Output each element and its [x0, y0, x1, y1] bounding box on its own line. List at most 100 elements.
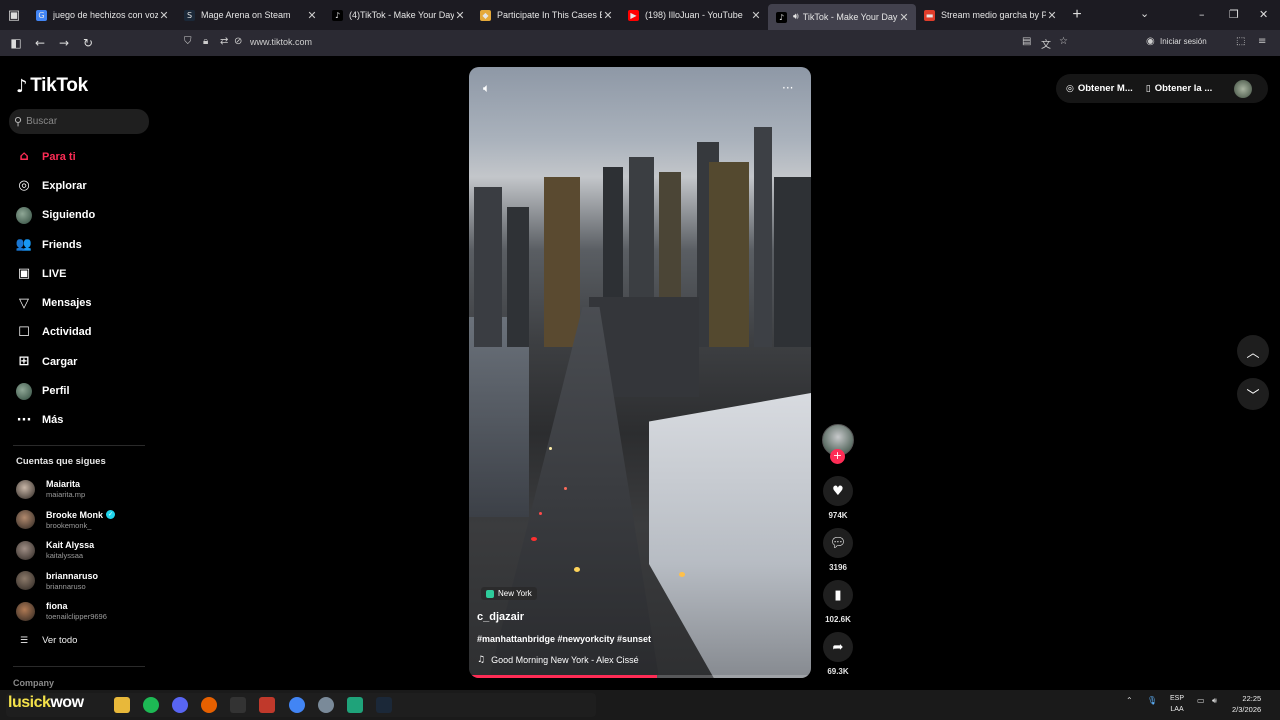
get-coins-button[interactable]: ◎ Obtener M... — [1066, 83, 1133, 94]
sidebar-toggle-icon[interactable]: ◧ — [4, 36, 28, 50]
comment-button[interactable]: 💬︎ 3196 — [822, 528, 854, 572]
video-caption[interactable]: #manhattanbridge #newyorkcity #sunset — [477, 634, 651, 644]
tray-chevron-icon[interactable]: ⌃ — [1126, 696, 1133, 705]
browser-tab[interactable]: Gjuego de hechizos con voz - Bu✕ — [28, 0, 176, 30]
search-box[interactable]: ⚲ — [9, 109, 149, 134]
tiktok-logo[interactable]: ♪ TikTok — [16, 75, 88, 97]
browser-tab[interactable]: S Mage Arena on Steam ✕ — [176, 0, 324, 30]
following-account[interactable]: Maiarita maiarita.mp — [16, 474, 156, 505]
volume-icon[interactable]: 🔈︎ — [483, 81, 490, 96]
bookmark-star-icon[interactable]: ☆ — [1059, 36, 1068, 47]
tab-close-icon[interactable]: ✕ — [158, 9, 170, 22]
translate-icon[interactable]: 文 — [1041, 36, 1051, 51]
tab-close-icon[interactable]: ✕ — [602, 9, 614, 22]
browser-tab[interactable]: ◆ Participate In This Cases Battle!✕ — [472, 0, 620, 30]
reload-icon[interactable]: ↻ — [76, 36, 100, 50]
menu-icon[interactable]: ≡ — [1258, 36, 1266, 47]
browser-tab[interactable]: ♪ 🔊︎ TikTok - Make Your Day ✕ — [768, 4, 916, 30]
browser-tab[interactable]: ♪ (4)TikTok - Make Your Day ✕ — [324, 0, 472, 30]
forward-icon[interactable]: → — [52, 36, 76, 50]
tab-close-icon[interactable]: ✕ — [454, 9, 466, 22]
profile-avatar[interactable] — [1234, 80, 1252, 98]
share-button[interactable]: ➦ 69.3K — [822, 632, 854, 676]
autoplay-icon[interactable]: ⊘ — [234, 36, 242, 47]
follow-plus-button[interactable]: + — [830, 449, 845, 464]
tab-close-icon[interactable]: ✕ — [750, 9, 762, 22]
video-progress-bar[interactable] — [469, 675, 811, 678]
get-app-button[interactable]: ▯ Obtener la ... — [1146, 83, 1213, 94]
following-account[interactable]: Brooke Monk ✓ brookemonk_ — [16, 505, 156, 536]
shield-icon[interactable]: ⛉ — [184, 36, 192, 47]
window-close-icon[interactable]: ✕ — [1259, 8, 1268, 21]
maximize-icon[interactable]: ❐ — [1229, 8, 1239, 21]
volume-tray-icon[interactable]: 🔊︎ — [1212, 696, 1217, 706]
tab-audio-icon[interactable]: 🔊︎ — [793, 12, 799, 22]
sidebar-item-activity[interactable]: ☐ Actividad — [0, 318, 160, 347]
green-app-icon[interactable] — [347, 697, 363, 713]
sidebar-item-home[interactable]: ⌂ Para ti — [0, 142, 160, 171]
lock-icon[interactable]: 🔒︎ — [203, 36, 208, 47]
previous-video-button[interactable]: ︿ — [1237, 335, 1269, 367]
account-display-name: Kait Alyssa — [46, 540, 95, 551]
video-music[interactable]: ♫ Good Morning New York - Alex Cissé — [477, 655, 639, 665]
steam-icon[interactable] — [376, 697, 392, 713]
next-video-button[interactable]: ﹀ — [1237, 378, 1269, 410]
browser-tab[interactable]: ▶ (198) IlloJuan - YouTube ✕ — [620, 0, 768, 30]
save-button[interactable]: ▮ 102.6K — [822, 580, 854, 624]
location-pin-icon — [486, 589, 494, 598]
music-note-icon: ♫ — [477, 655, 486, 665]
tab-close-icon[interactable]: ✕ — [898, 11, 910, 24]
tab-title: TikTok - Make Your Day — [802, 12, 898, 22]
sidebar-item-friends[interactable]: 👥 Friends — [0, 230, 160, 259]
minimize-icon[interactable]: – — [1199, 8, 1205, 21]
tab-overview-icon[interactable]: ▣ — [0, 0, 28, 30]
language-indicator[interactable]: ESP LAA — [1170, 693, 1184, 715]
signin-button[interactable]: Iniciar sesión — [1160, 37, 1207, 46]
sidebar-item-live[interactable]: ▣ LIVE — [0, 259, 160, 288]
chrome-icon[interactable] — [289, 697, 305, 713]
system-clock[interactable]: 22:25 2/3/2026 — [1232, 693, 1261, 715]
tab-close-icon[interactable]: ✕ — [1046, 9, 1058, 22]
discord-icon[interactable] — [172, 697, 188, 713]
sidebar-item-label: LIVE — [42, 267, 67, 280]
chevron-down-icon[interactable]: ⌄ — [1140, 7, 1149, 20]
permissions-icon[interactable]: ⇄ — [220, 36, 228, 47]
file-explorer-icon[interactable] — [114, 697, 130, 713]
following-account[interactable]: fiona toenailclipper9696 — [16, 596, 156, 627]
following-account[interactable]: briannaruso briannaruso — [16, 566, 156, 597]
tab-title: Stream medio garcha by PelisC — [941, 10, 1046, 20]
sidebar-item-upload[interactable]: ⊞ Cargar — [0, 347, 160, 376]
sidebar-item-more[interactable]: ··· Más — [0, 406, 160, 435]
settings-icon[interactable] — [318, 697, 334, 713]
browser-tab[interactable]: ▬ Stream medio garcha by PelisC✕ — [916, 0, 1064, 30]
company-link[interactable]: Company — [13, 678, 54, 688]
more-options-icon[interactable]: ··· — [782, 81, 793, 95]
firefox-icon[interactable] — [201, 697, 217, 713]
search-input[interactable] — [26, 116, 137, 127]
microphone-icon[interactable]: 🎙︎ — [1147, 696, 1157, 705]
video-player[interactable]: 🔈︎ ··· New York c_djazair #manhattanbrid… — [469, 67, 811, 678]
network-icon[interactable]: ▭ — [1197, 696, 1205, 705]
url-field[interactable]: www.tiktok.com — [250, 37, 312, 47]
account-icon[interactable]: ◉ — [1146, 36, 1155, 47]
spotify-icon[interactable] — [143, 697, 159, 713]
following-account[interactable]: Kait Alyssa kaitalyssaa — [16, 535, 156, 566]
sidebar-item-following-avatar[interactable]: Siguiendo — [0, 201, 160, 230]
media-app-icon[interactable] — [259, 697, 275, 713]
reader-view-icon[interactable]: ▤ — [1022, 36, 1031, 47]
heart-icon: ♥ — [823, 476, 853, 506]
avatar — [16, 571, 35, 591]
new-tab-button[interactable]: + — [1064, 6, 1090, 24]
see-all-button[interactable]: ☰ Ver todo — [20, 635, 77, 646]
sidebar-item-messages[interactable]: ▽ Mensajes — [0, 288, 160, 317]
location-tag[interactable]: New York — [481, 587, 537, 600]
back-icon[interactable]: ← — [28, 36, 52, 50]
extensions-icon[interactable]: ⬚ — [1236, 36, 1245, 47]
account-username: brookemonk_ — [46, 520, 92, 530]
game-app-icon[interactable] — [230, 697, 246, 713]
sidebar-item-compass[interactable]: ◎ Explorar — [0, 171, 160, 200]
tab-close-icon[interactable]: ✕ — [306, 9, 318, 22]
sidebar-item-profile-avatar[interactable]: Perfil — [0, 376, 160, 405]
video-author[interactable]: c_djazair — [477, 611, 524, 623]
like-button[interactable]: ♥ 974K — [822, 476, 854, 520]
